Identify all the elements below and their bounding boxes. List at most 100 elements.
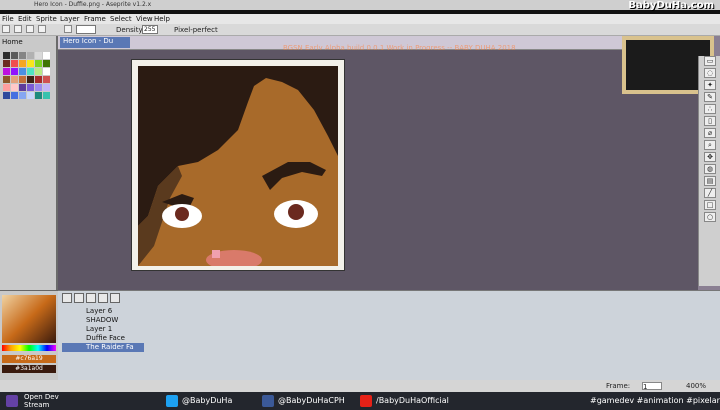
palette-swatch[interactable] (19, 84, 26, 91)
menu-file[interactable]: File (2, 15, 14, 23)
palette-swatch[interactable] (35, 60, 42, 67)
menu-layer[interactable]: Layer (60, 15, 80, 23)
first-frame-icon[interactable] (62, 293, 72, 303)
fill-tool-icon[interactable]: ◍ (704, 164, 716, 174)
hue-slider[interactable] (2, 345, 56, 351)
palette-swatch[interactable] (43, 52, 50, 59)
line-tool-icon[interactable]: ╱ (704, 188, 716, 198)
document-tab[interactable]: Hero Icon - Du (60, 37, 130, 48)
palette-swatch[interactable] (35, 76, 42, 83)
lasso-tool-icon[interactable]: ◌ (704, 68, 716, 78)
layer-name: Layer 1 (86, 325, 113, 333)
tools-panel: ▭ ◌ ✦ ✎ ∴ ▯ ⌀ ⌕ ✥ ◍ ▤ ╱ □ ○ (698, 56, 720, 286)
frame-field[interactable]: 1 (642, 382, 662, 391)
menu-sprite[interactable]: Sprite (36, 15, 57, 23)
eraser-tool-icon[interactable]: ▯ (704, 116, 716, 126)
rectangle-tool-icon[interactable]: □ (704, 200, 716, 210)
palette-swatch[interactable] (35, 52, 42, 59)
frame-label: Frame: (606, 382, 631, 390)
window-titlebar: Hero Icon - Duffie.png - Aseprite v1.2.x (0, 0, 720, 10)
palette-swatch[interactable] (19, 92, 26, 99)
brush-angle-icon[interactable] (26, 25, 34, 33)
density-label: Density: (116, 26, 145, 34)
palette-swatch[interactable] (19, 76, 26, 83)
palette-swatch[interactable] (11, 52, 18, 59)
layer-row[interactable]: SHADOW (62, 316, 144, 325)
layer-row[interactable]: Layer 1 (62, 325, 144, 334)
palette-swatch[interactable] (3, 76, 10, 83)
palette-swatch[interactable] (27, 92, 34, 99)
menu-select[interactable]: Select (110, 15, 132, 23)
hashtags: #gamedev #animation #pixelart (590, 396, 720, 405)
palette-swatch[interactable] (27, 68, 34, 75)
move-tool-icon[interactable]: ✥ (704, 152, 716, 162)
layer-name: Layer 6 (86, 307, 113, 315)
gradient-tool-icon[interactable]: ▤ (704, 176, 716, 186)
zoom-level: 400% (686, 382, 707, 390)
palette-swatch[interactable] (43, 76, 50, 83)
last-frame-icon[interactable] (110, 293, 120, 303)
twitter-icon (166, 395, 178, 407)
canvas-area[interactable] (58, 50, 698, 294)
wand-tool-icon[interactable]: ✦ (704, 80, 716, 90)
palette-swatch[interactable] (27, 84, 34, 91)
menu-frame[interactable]: Frame (84, 15, 106, 23)
eyedropper-tool-icon[interactable]: ⌀ (704, 128, 716, 138)
prev-frame-icon[interactable] (74, 293, 84, 303)
color-panel: #c76a19 #3a1a0d (0, 290, 58, 380)
palette-swatch[interactable] (43, 92, 50, 99)
toolbar: Density: 255 Pixel-perfect (0, 24, 720, 36)
next-frame-icon[interactable] (98, 293, 108, 303)
spray-tool-icon[interactable]: ∴ (704, 104, 716, 114)
density-field[interactable]: 255 (142, 25, 158, 34)
palette-swatch[interactable] (3, 84, 10, 91)
palette-swatch[interactable] (11, 68, 18, 75)
palette-swatch[interactable] (19, 60, 26, 67)
stream-label-1: Open Dev (24, 393, 59, 401)
sprite-canvas[interactable] (138, 66, 338, 266)
play-icon[interactable] (86, 293, 96, 303)
home-tab[interactable]: Home (2, 38, 52, 48)
palette-swatch[interactable] (27, 60, 34, 67)
palette-swatch[interactable] (43, 68, 50, 75)
palette-swatch[interactable] (43, 84, 50, 91)
menu-help[interactable]: Help (154, 15, 170, 23)
palette-swatch[interactable] (19, 68, 26, 75)
primary-color-field[interactable]: #c76a19 (2, 355, 56, 363)
menu-view[interactable]: View (136, 15, 153, 23)
zoom-tool-icon[interactable]: ⌕ (704, 140, 716, 150)
palette-swatch[interactable] (3, 92, 10, 99)
ink-icon[interactable] (38, 25, 46, 33)
palette-swatch[interactable] (11, 76, 18, 83)
palette-swatch[interactable] (11, 84, 18, 91)
brush-size-field[interactable] (76, 25, 96, 34)
pencil-tool-icon[interactable]: ✎ (704, 92, 716, 102)
marquee-tool-icon[interactable]: ▭ (704, 56, 716, 66)
secondary-color-field[interactable]: #3a1a0d (2, 365, 56, 373)
menu-edit[interactable]: Edit (18, 15, 32, 23)
layer-row[interactable]: Layer 6 (62, 307, 144, 316)
palette-swatch[interactable] (3, 60, 10, 67)
brand-overlay-text: BabyDuHa.com (628, 0, 714, 11)
brush-size-icon[interactable] (14, 25, 22, 33)
layer-row-selected[interactable]: The Raider Fa (62, 343, 144, 352)
color-picker-square[interactable] (2, 295, 56, 343)
palette-swatch[interactable] (3, 52, 10, 59)
facebook-handle: @BabyDuHaCPH (278, 396, 345, 405)
palette-swatch[interactable] (19, 52, 26, 59)
palette-swatch[interactable] (27, 52, 34, 59)
brush-type-icon[interactable] (2, 25, 10, 33)
palette-swatch[interactable] (3, 68, 10, 75)
ellipse-tool-icon[interactable]: ○ (704, 212, 716, 222)
palette-swatch[interactable] (35, 68, 42, 75)
palette-swatch[interactable] (11, 60, 18, 67)
palette-swatch[interactable] (11, 92, 18, 99)
palette-swatch[interactable] (35, 84, 42, 91)
layer-row[interactable]: Duffie Face (62, 334, 144, 343)
palette-swatch[interactable] (27, 76, 34, 83)
pixel-perfect-label[interactable]: Pixel-perfect (174, 26, 218, 34)
palette-swatch[interactable] (35, 92, 42, 99)
youtube-icon (360, 395, 372, 407)
layer-name: SHADOW (86, 316, 119, 324)
palette-swatch[interactable] (43, 60, 50, 67)
